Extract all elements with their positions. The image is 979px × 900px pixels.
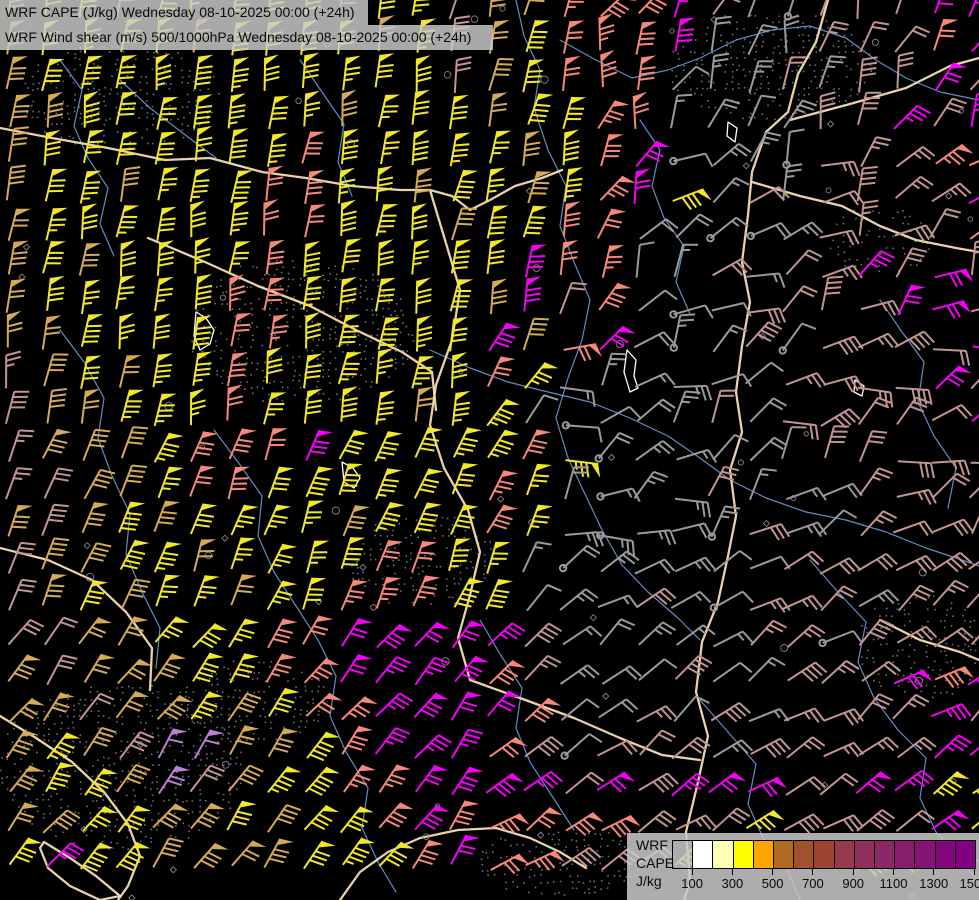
colorbar-tick-label: 900 <box>842 876 864 891</box>
colorbar-tick <box>933 868 934 875</box>
colorbar-tick-label: 300 <box>722 876 744 891</box>
cape-colorbar-cell <box>673 841 693 868</box>
colorbar-tick <box>853 868 854 875</box>
title-windshear-text: WRF Wind shear (m/s) 500/1000hPa Wednesd… <box>5 29 471 45</box>
colorbar-tick <box>732 868 733 875</box>
colorbar-tick-label: 1500 <box>960 876 979 891</box>
cape-legend: WRF CAPE J/kg 100 300 500 700 900 1100 1300 150… <box>627 833 979 900</box>
colorbar-tick <box>893 868 894 875</box>
title-cape-text: WRF CAPE (J/kg) Wednesday 08-10-2025 00:… <box>5 4 355 20</box>
cape-colorbar-cell <box>915 841 935 868</box>
colorbar-tick <box>974 868 975 875</box>
cape-colorbar-cell <box>774 841 794 868</box>
colorbar-tick <box>772 868 773 875</box>
title-bar-windshear: WRF Wind shear (m/s) 500/1000hPa Wednesd… <box>0 25 493 50</box>
colorbar-tick-label: 1100 <box>879 876 907 891</box>
cape-colorbar-cell <box>936 841 956 868</box>
cape-colorbar-cell <box>956 841 975 868</box>
cape-colorbar-cell <box>814 841 834 868</box>
legend-label-variable: CAPE <box>636 854 674 872</box>
colorbar-tick-label: 700 <box>802 876 824 891</box>
cape-colorbar-cell <box>835 841 855 868</box>
colorbar-tick <box>812 868 813 875</box>
legend-label-unit: J/kg <box>636 872 674 890</box>
cape-colorbar-cell <box>754 841 774 868</box>
colorbar-tick-label: 500 <box>762 876 784 891</box>
legend-labels: WRF CAPE J/kg <box>636 836 674 890</box>
cape-colorbar-cell <box>895 841 915 868</box>
map-canvas <box>0 0 979 900</box>
cape-colorbar-ticks: 100300500700900110013001500 <box>672 868 974 898</box>
legend-label-model: WRF <box>636 836 674 854</box>
cape-colorbar <box>672 840 976 869</box>
cape-colorbar-cell <box>855 841 875 868</box>
cape-colorbar-cell <box>713 841 733 868</box>
colorbar-tick-label: 1300 <box>919 876 948 891</box>
colorbar-tick-label: 100 <box>681 876 703 891</box>
weather-map: WRF CAPE (J/kg) Wednesday 08-10-2025 00:… <box>0 0 979 900</box>
cape-colorbar-cell <box>875 841 895 868</box>
cape-colorbar-cell <box>794 841 814 868</box>
map-background <box>0 0 979 900</box>
title-bar-cape: WRF CAPE (J/kg) Wednesday 08-10-2025 00:… <box>0 0 368 25</box>
colorbar-tick <box>692 868 693 875</box>
cape-colorbar-cell <box>734 841 754 868</box>
cape-colorbar-cell <box>693 841 713 868</box>
